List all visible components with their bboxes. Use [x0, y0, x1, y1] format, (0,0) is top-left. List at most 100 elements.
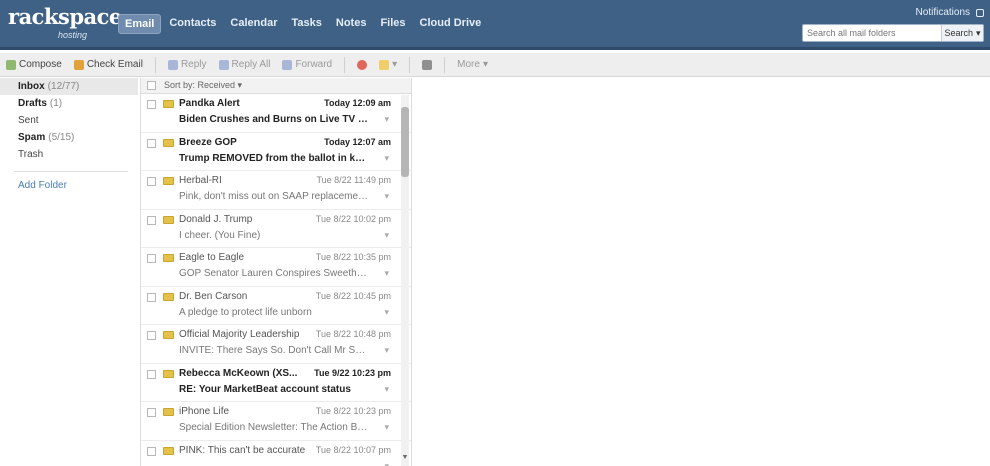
chevron-down-icon[interactable]: ▾	[384, 461, 389, 466]
print-button[interactable]	[422, 59, 433, 70]
message-row[interactable]: Donald J. Trump Tue 8/22 10:02 pm I cheer.…	[141, 210, 411, 248]
toolbar-divider	[409, 56, 411, 73]
message-checkbox[interactable]	[147, 408, 156, 417]
folder-sidebar: Inbox (12/77) Drafts (1) Sent Spam (5/15) T…	[0, 78, 138, 466]
envelope-icon	[163, 215, 174, 224]
message-row[interactable]: Herbal-RI Tue 8/22 11:49 pm Pink, don't mi…	[141, 171, 411, 210]
folder-count: (1)	[49, 98, 63, 109]
chevron-down-icon[interactable]: ▾	[384, 230, 389, 241]
search-button[interactable]: Search ▾	[941, 25, 983, 41]
message-subject: A pledge to protect life unborn	[179, 306, 312, 318]
settings-icon[interactable]	[976, 8, 984, 17]
chevron-down-icon: ▾	[482, 59, 488, 70]
chevron-down-icon[interactable]: ▾	[384, 153, 389, 164]
message-checkbox[interactable]	[147, 177, 156, 186]
message-date: Tue 8/22 10:45 pm	[315, 290, 391, 301]
message-checkbox[interactable]	[147, 369, 156, 379]
folder-name: Spam	[18, 132, 46, 143]
message-date: Today 12:07 am	[324, 136, 391, 147]
app-header: rackspace hosting Email Contacts Calenda…	[0, 0, 990, 50]
message-checkbox[interactable]	[147, 254, 156, 263]
message-date: Tue 8/22 10:02 pm	[315, 213, 391, 224]
message-rows: Pandka Alert Today 12:09 am Biden Crushes …	[141, 94, 411, 466]
envelope-icon	[163, 292, 174, 301]
message-subject: RE: Your MarketBeat account status	[179, 383, 351, 395]
tab-notes[interactable]: Notes	[330, 14, 373, 34]
message-checkbox[interactable]	[147, 446, 156, 456]
message-checkbox[interactable]	[147, 292, 156, 302]
message-sender: Breeze GOP	[179, 136, 237, 148]
folder-count: (12/77)	[47, 81, 80, 92]
rackspace-logo[interactable]: rackspace hosting	[8, 6, 122, 41]
compose-button[interactable]: Compose	[6, 59, 62, 70]
folder-spam[interactable]: Spam (5/15)	[0, 129, 138, 146]
search-input[interactable]	[803, 25, 941, 41]
tab-cloud-drive[interactable]: Cloud Drive	[414, 14, 488, 34]
message-row[interactable]: Rebecca McKeown (XS... Tue 9/22 10:23 pm R…	[141, 364, 411, 402]
message-row[interactable]: iPhone Life Tue 8/22 10:23 pm Special Edit…	[141, 402, 411, 441]
toolbar-divider	[344, 56, 346, 73]
tab-files[interactable]: Files	[374, 14, 411, 34]
chevron-down-icon[interactable]: ▾	[384, 191, 389, 202]
select-all-checkbox[interactable]	[147, 81, 156, 90]
message-subject: INVITE: There Says So. Don't Call Mr Sha…	[179, 345, 369, 356]
search-button-label: Search	[944, 28, 973, 38]
notifications-link[interactable]: Notifications	[916, 7, 970, 18]
more-button[interactable]: More ▾	[457, 59, 488, 70]
chevron-down-icon[interactable]: ▾	[384, 422, 389, 433]
envelope-icon	[163, 331, 174, 339]
folder-trash[interactable]: Trash	[0, 146, 138, 163]
chevron-down-icon: ▾	[976, 27, 981, 38]
message-checkbox[interactable]	[147, 215, 156, 225]
check-email-button[interactable]: Check Email	[73, 59, 143, 70]
message-subject: Special Edition Newsletter: The Action B…	[179, 422, 369, 433]
chevron-down-icon[interactable]: ▾	[384, 384, 389, 395]
list-scrollbar[interactable]: ▼	[401, 95, 409, 466]
message-date: Tue 8/22 10:35 pm	[315, 252, 391, 262]
envelope-icon	[163, 138, 174, 147]
tab-contacts[interactable]: Contacts	[163, 14, 222, 34]
scroll-thumb[interactable]	[401, 107, 409, 177]
message-sender: Eagle to Eagle	[179, 252, 245, 263]
tab-tasks[interactable]: Tasks	[286, 14, 328, 34]
check-email-label: Check Email	[86, 59, 143, 70]
folder-drafts[interactable]: Drafts (1)	[0, 95, 138, 112]
chevron-down-icon[interactable]: ▾	[384, 345, 389, 356]
folder-name: Sent	[18, 115, 39, 126]
message-row[interactable]: Dr. Ben Carson Tue 8/22 10:45 pm A pledge …	[141, 287, 411, 325]
reply-button[interactable]: Reply	[167, 59, 207, 70]
message-row[interactable]: Official Majority Leadership Tue 8/22 10:…	[141, 325, 411, 364]
message-checkbox[interactable]	[147, 100, 156, 109]
chevron-down-icon[interactable]: ▾	[384, 114, 389, 125]
folder-sent[interactable]: Sent	[0, 112, 138, 129]
message-sender: Donald J. Trump	[179, 213, 253, 225]
message-row[interactable]: Pandka Alert Today 12:09 am Biden Crushes …	[141, 94, 411, 133]
folder-inbox[interactable]: Inbox (12/77)	[0, 78, 138, 95]
message-row[interactable]: Breeze GOP Today 12:07 am Trump REMOVED fr…	[141, 133, 411, 171]
message-row[interactable]: PINK: This can't be accurate Tue 8/22 10:…	[141, 441, 411, 466]
message-subject: Trump REMOVED from the ballot in key s..…	[179, 152, 369, 164]
more-label: More	[457, 59, 480, 70]
message-checkbox[interactable]	[147, 138, 156, 148]
forward-button[interactable]: Forward	[282, 59, 332, 70]
forward-label: Forward	[295, 59, 333, 70]
message-subject: Pink, don't miss out on SAAP replacement…	[179, 191, 369, 202]
message-subject: I cheer. (You Fine)	[179, 229, 261, 241]
message-checkbox[interactable]	[147, 331, 156, 340]
main-nav: Email Contacts Calendar Tasks Notes File…	[118, 14, 487, 34]
chevron-down-icon[interactable]: ▾	[384, 268, 389, 279]
list-header: Sort by: Received ▾	[141, 78, 411, 94]
tab-calendar[interactable]: Calendar	[224, 14, 283, 34]
message-row[interactable]: Eagle to Eagle Tue 8/22 10:35 pm GOP Senat…	[141, 248, 411, 287]
delete-button[interactable]	[357, 59, 368, 70]
print-icon	[422, 59, 433, 70]
sort-dropdown[interactable]: Sort by: Received ▾	[164, 80, 242, 91]
scroll-down-arrow-icon[interactable]: ▼	[401, 454, 409, 462]
chevron-down-icon[interactable]: ▾	[384, 307, 389, 318]
reply-all-button[interactable]: Reply All	[218, 59, 270, 70]
tab-email[interactable]: Email	[118, 14, 162, 34]
envelope-icon	[163, 369, 174, 378]
add-folder-link[interactable]: Add Folder	[0, 180, 138, 191]
flag-button[interactable]: ▾	[379, 59, 397, 70]
logo-subtitle: hosting	[58, 30, 88, 40]
